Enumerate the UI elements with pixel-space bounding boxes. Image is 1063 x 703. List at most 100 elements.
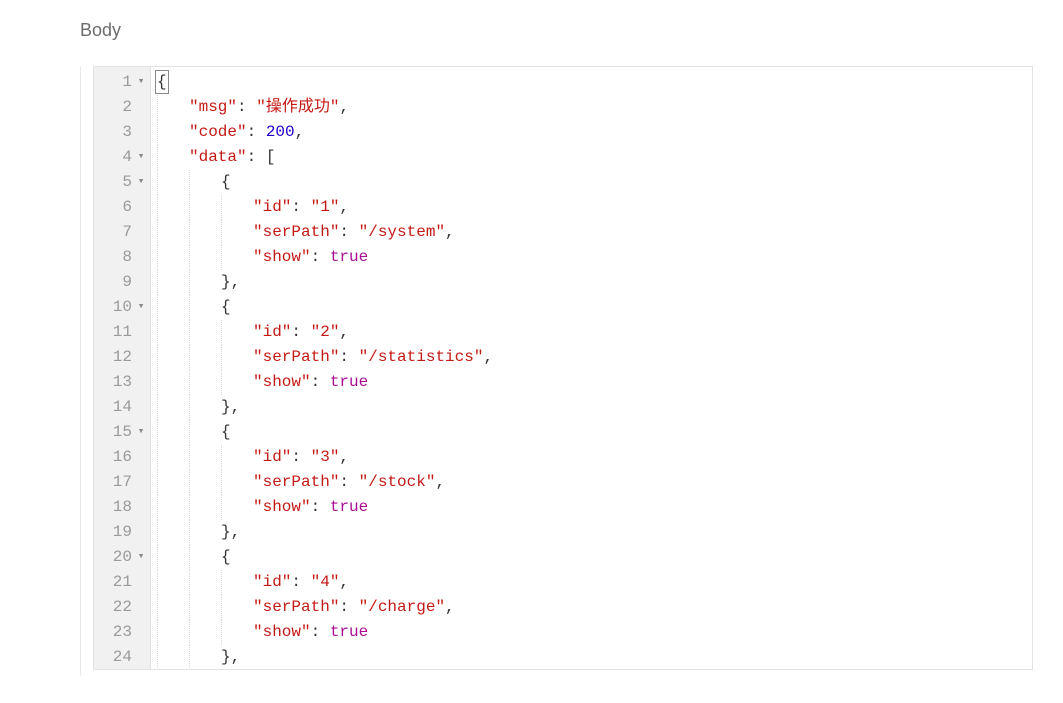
fold-toggle-icon[interactable]: ▾ [132, 145, 150, 170]
token-bool: true [330, 248, 368, 266]
line-number: 4 [104, 145, 132, 170]
fold-toggle-icon[interactable]: ▾ [132, 70, 150, 95]
line-number: 3 [104, 120, 132, 145]
code-line[interactable]: }, [157, 520, 1032, 545]
token-bool: true [330, 623, 368, 641]
fold-toggle-icon[interactable]: ▾ [132, 545, 150, 570]
indent-guide [189, 545, 221, 570]
code-line[interactable]: "serPath": "/stock", [157, 470, 1032, 495]
indent-guide [221, 595, 253, 620]
code-area[interactable]: {"msg": "操作成功","code": 200,"data": [{"id… [151, 67, 1032, 669]
gutter-row: 14 [94, 395, 150, 420]
indent-guide [221, 195, 253, 220]
fold-toggle-icon[interactable]: ▾ [132, 295, 150, 320]
indent-guide [157, 645, 189, 669]
token-punc: : [311, 248, 330, 266]
token-str: "id" [253, 198, 291, 216]
indent-guide [157, 320, 189, 345]
indent-guide [189, 595, 221, 620]
line-number: 1 [104, 70, 132, 95]
indent-guide [157, 370, 189, 395]
token-punc: { [221, 548, 231, 566]
token-punc: , [445, 598, 455, 616]
code-line[interactable]: "show": true [157, 495, 1032, 520]
gutter-row: 19 [94, 520, 150, 545]
token-punc: , [339, 98, 349, 116]
fold-toggle-icon[interactable]: ▾ [132, 420, 150, 445]
gutter-row: 1▾ [94, 70, 150, 95]
token-punc: }, [221, 648, 240, 666]
code-line[interactable]: }, [157, 270, 1032, 295]
line-number: 2 [104, 95, 132, 120]
token-str: "2" [311, 323, 340, 341]
line-number: 13 [104, 370, 132, 395]
indent-guide [221, 470, 253, 495]
indent-guide [221, 320, 253, 345]
gutter-row: 12 [94, 345, 150, 370]
token-str: "data" [189, 148, 247, 166]
line-number: 18 [104, 495, 132, 520]
token-str: "serPath" [253, 598, 339, 616]
indent-guide [157, 570, 189, 595]
code-line[interactable]: "show": true [157, 620, 1032, 645]
code-line[interactable]: "id": "3", [157, 445, 1032, 470]
token-punc: , [339, 573, 349, 591]
code-line[interactable]: "show": true [157, 370, 1032, 395]
token-bool: true [330, 498, 368, 516]
indent-guide [189, 245, 221, 270]
gutter-row: 9 [94, 270, 150, 295]
token-str: "show" [253, 373, 311, 391]
code-line[interactable]: { [157, 545, 1032, 570]
code-line[interactable]: "msg": "操作成功", [157, 95, 1032, 120]
code-line[interactable]: "id": "4", [157, 570, 1032, 595]
indent-guide [189, 320, 221, 345]
token-str: "1" [311, 198, 340, 216]
code-line[interactable]: }, [157, 395, 1032, 420]
line-number: 9 [104, 270, 132, 295]
indent-guide [157, 120, 189, 145]
code-line[interactable]: { [157, 420, 1032, 445]
code-line[interactable]: "show": true [157, 245, 1032, 270]
token-punc: : [339, 598, 358, 616]
indent-guide [221, 345, 253, 370]
line-number: 16 [104, 445, 132, 470]
token-punc: }, [221, 273, 240, 291]
token-num: 200 [266, 123, 295, 141]
line-number-gutter[interactable]: 1▾234▾5▾678910▾1112131415▾1617181920▾212… [94, 67, 151, 669]
gutter-row: 18 [94, 495, 150, 520]
indent-guide [221, 220, 253, 245]
token-punc: { [221, 298, 231, 316]
code-line[interactable]: "serPath": "/statistics", [157, 345, 1032, 370]
token-punc: , [445, 223, 455, 241]
token-punc: : [291, 573, 310, 591]
token-str: "msg" [189, 98, 237, 116]
code-line[interactable]: "id": "1", [157, 195, 1032, 220]
code-line[interactable]: "code": 200, [157, 120, 1032, 145]
code-line[interactable]: "data": [ [157, 145, 1032, 170]
token-str: "show" [253, 623, 311, 641]
code-line[interactable]: { [157, 170, 1032, 195]
json-editor[interactable]: 1▾234▾5▾678910▾1112131415▾1617181920▾212… [93, 66, 1033, 670]
code-line[interactable]: }, [157, 645, 1032, 669]
line-number: 17 [104, 470, 132, 495]
line-number: 12 [104, 345, 132, 370]
token-str: "id" [253, 573, 291, 591]
line-number: 10 [104, 295, 132, 320]
gutter-row: 24 [94, 645, 150, 670]
code-line[interactable]: { [157, 70, 1032, 95]
token-str: "/stock" [359, 473, 436, 491]
token-punc: : [291, 198, 310, 216]
left-border-rule [80, 66, 85, 676]
token-punc: { [221, 173, 231, 191]
indent-guide [189, 495, 221, 520]
line-number: 6 [104, 195, 132, 220]
line-number: 14 [104, 395, 132, 420]
token-punc: , [435, 473, 445, 491]
code-line[interactable]: "id": "2", [157, 320, 1032, 345]
code-line[interactable]: { [157, 295, 1032, 320]
fold-toggle-icon[interactable]: ▾ [132, 170, 150, 195]
code-line[interactable]: "serPath": "/system", [157, 220, 1032, 245]
code-line[interactable]: "serPath": "/charge", [157, 595, 1032, 620]
token-str: "id" [253, 448, 291, 466]
token-punc: : [291, 323, 310, 341]
